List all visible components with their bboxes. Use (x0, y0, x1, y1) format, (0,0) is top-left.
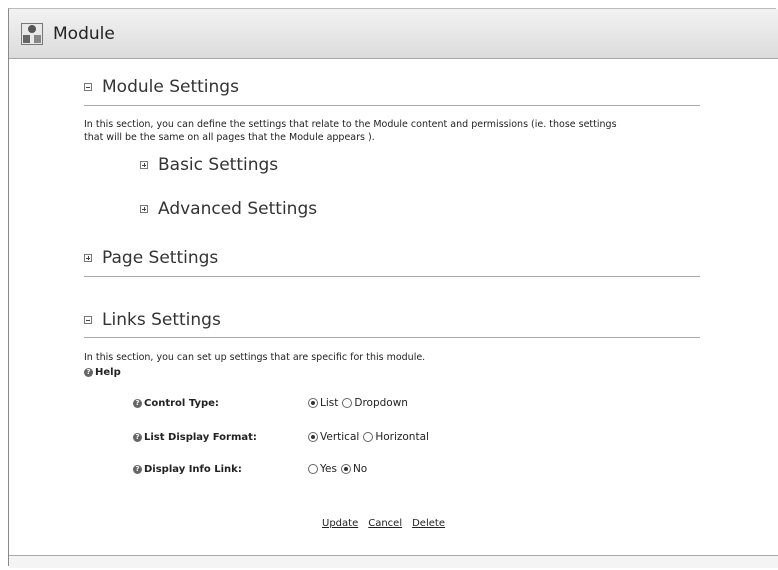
list-display-format-options: Vertical Horizontal (308, 431, 433, 443)
advanced-settings-title: Advanced Settings (158, 199, 318, 219)
title-bar: Module (9, 9, 778, 59)
links-settings-description: In this section, you can set up settings… (84, 352, 426, 363)
yes-option[interactable]: Yes (308, 463, 337, 475)
window-title: Module (53, 24, 115, 44)
module-content: Module Settings In this section, you can… (9, 59, 778, 568)
option-label: Dropdown (354, 397, 408, 409)
vertical-option[interactable]: Vertical (308, 431, 359, 443)
divider (84, 105, 700, 106)
help-link[interactable]: ? Help (84, 367, 121, 378)
form-actions: Update Cancel Delete (322, 518, 445, 529)
control-type-label: ? Control Type: (133, 398, 219, 409)
label-text: List Display Format: (144, 432, 257, 443)
help-icon: ? (84, 367, 93, 377)
display-info-link-options: Yes No (308, 463, 371, 475)
expand-icon[interactable] (84, 254, 92, 262)
option-label: No (352, 463, 368, 475)
option-label: Yes (320, 463, 337, 475)
divider (84, 276, 700, 277)
control-type-list-option[interactable]: List (308, 397, 338, 409)
option-label: List (320, 397, 339, 409)
help-icon[interactable]: ? (133, 464, 142, 474)
control-type-dropdown-option[interactable]: Dropdown (342, 397, 408, 409)
horizontal-option[interactable]: Horizontal (363, 431, 429, 443)
update-link[interactable]: Update (322, 518, 358, 529)
help-icon[interactable]: ? (133, 432, 142, 442)
collapse-icon[interactable] (84, 83, 92, 91)
module-window: Module Module Settings In this section, … (8, 8, 778, 568)
expand-icon[interactable] (140, 205, 148, 213)
option-label: Horizontal (375, 431, 429, 443)
page-settings-header[interactable]: Page Settings (84, 248, 218, 268)
list-display-format-label: ? List Display Format: (133, 432, 257, 443)
label-text: Display Info Link: (144, 464, 242, 475)
module-settings-title: Module Settings (102, 77, 239, 97)
radio[interactable] (342, 398, 353, 408)
basic-settings-header[interactable]: Basic Settings (140, 155, 278, 175)
module-icon (21, 23, 43, 45)
radio-selected[interactable] (308, 432, 318, 442)
links-settings-title: Links Settings (102, 310, 221, 330)
radio[interactable] (308, 464, 318, 474)
expand-icon[interactable] (140, 161, 148, 169)
module-settings-description: In this section, you can define the sett… (84, 118, 617, 144)
help-icon[interactable]: ? (133, 398, 142, 408)
collapse-icon[interactable] (84, 316, 92, 324)
radio-selected[interactable] (340, 464, 351, 474)
footer-bar (9, 555, 778, 568)
radio-selected[interactable] (308, 398, 318, 408)
description-line: that will be the same on all pages that … (84, 132, 375, 143)
description-line: In this section, you can define the sett… (84, 119, 617, 130)
help-label: Help (95, 367, 121, 378)
delete-link[interactable]: Delete (412, 518, 445, 529)
advanced-settings-header[interactable]: Advanced Settings (140, 199, 317, 219)
module-settings-header[interactable]: Module Settings (84, 77, 239, 97)
no-option[interactable]: No (340, 463, 368, 475)
cancel-link[interactable]: Cancel (368, 518, 402, 529)
links-settings-header[interactable]: Links Settings (84, 310, 221, 330)
control-type-options: List Dropdown (308, 397, 412, 409)
option-label: Vertical (320, 431, 360, 443)
divider (84, 337, 700, 338)
page-settings-title: Page Settings (102, 248, 219, 268)
label-text: Control Type: (144, 398, 219, 409)
basic-settings-title: Basic Settings (158, 155, 279, 175)
radio[interactable] (363, 432, 374, 442)
display-info-link-label: ? Display Info Link: (133, 464, 242, 475)
